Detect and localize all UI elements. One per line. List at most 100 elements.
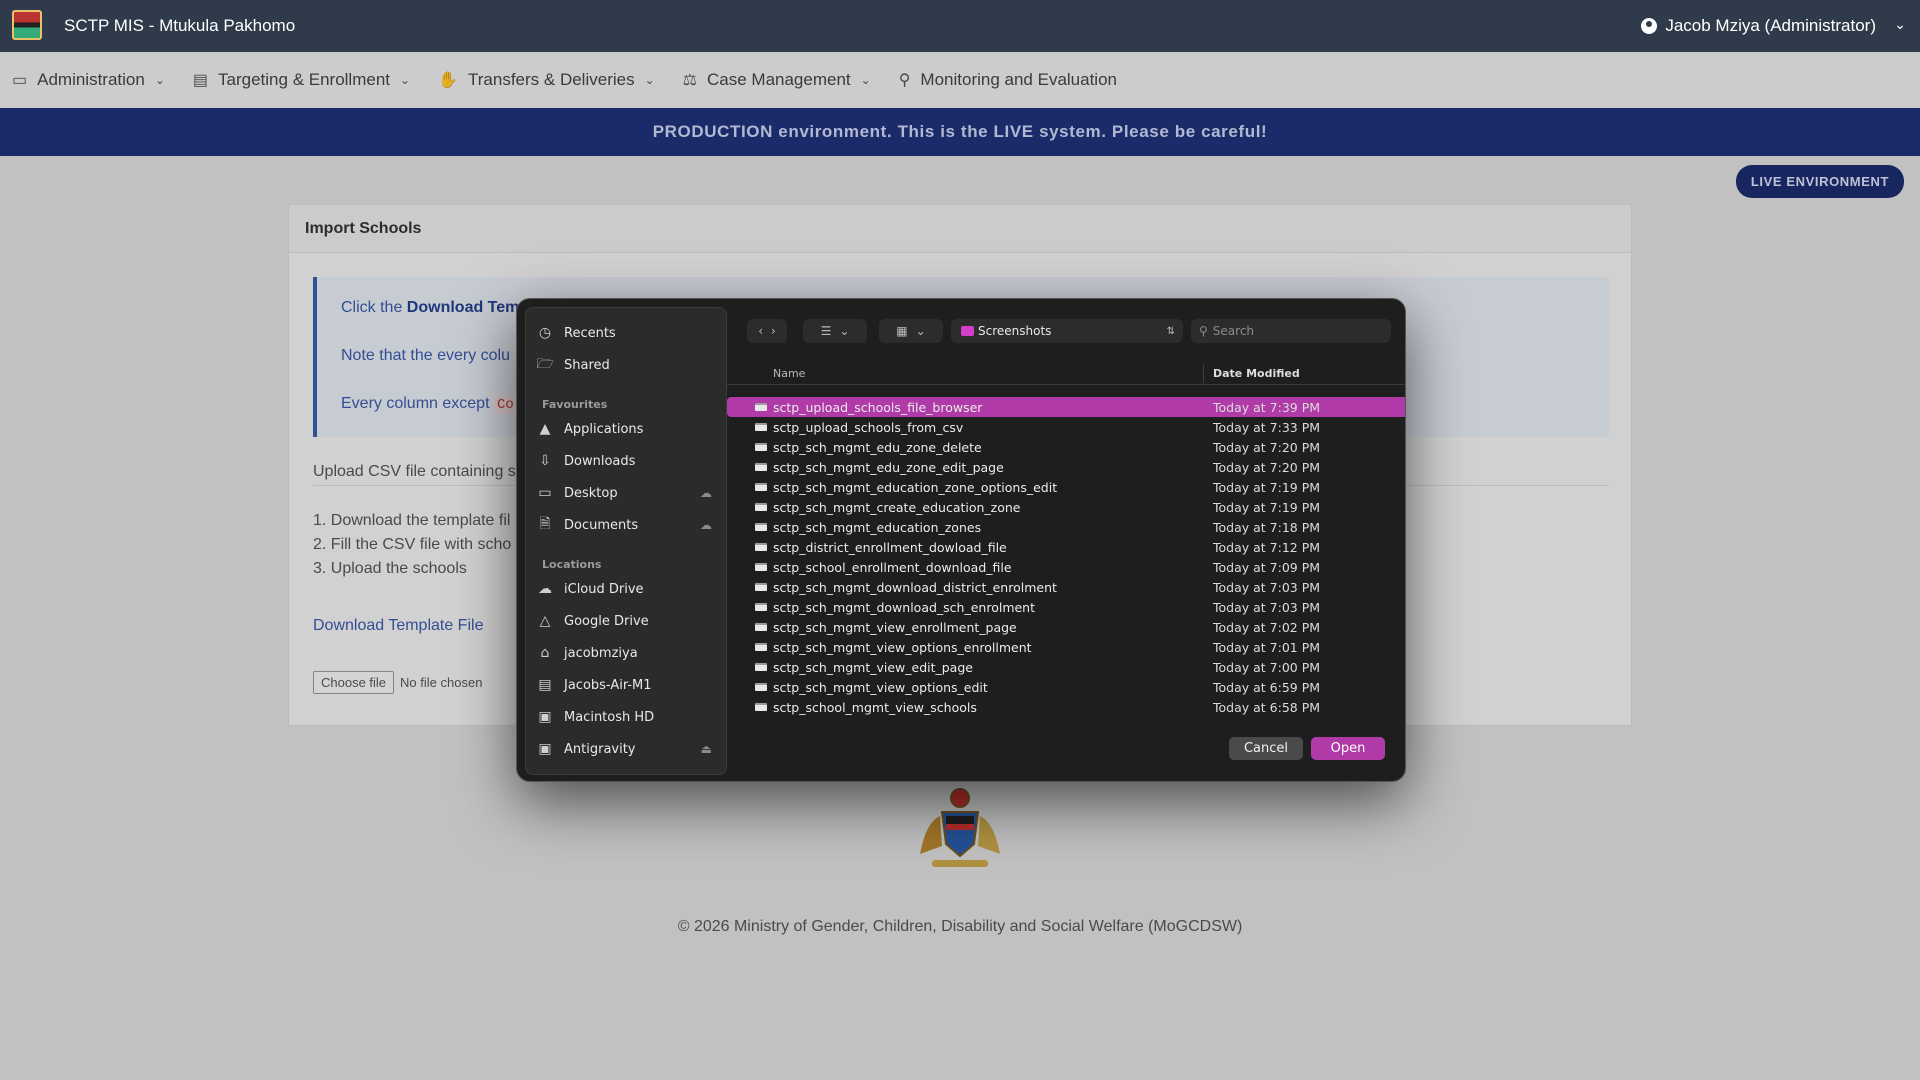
instruction-bold: Download Tem — [406, 299, 520, 316]
file-list-header: Name Date Modified — [727, 363, 1405, 385]
malawi-emblem-logo[interactable] — [12, 10, 42, 40]
file-row[interactable]: sctp_upload_schools_file_browser Today at… — [727, 397, 1405, 417]
file-row[interactable]: sctp_sch_mgmt_view_options_enrollment Tod… — [727, 637, 1405, 657]
search-icon: ⚲ — [1199, 324, 1208, 338]
image-file-icon — [755, 403, 767, 411]
folder-name: Screenshots — [978, 324, 1052, 338]
cancel-button[interactable]: Cancel — [1229, 737, 1303, 760]
nav-targeting-enrollment[interactable]: ▤ Targeting & Enrollment ⌄ — [193, 70, 410, 90]
image-file-icon — [755, 603, 767, 611]
file-row[interactable]: sctp_sch_mgmt_edu_zone_delete Today at 7:… — [727, 437, 1405, 457]
image-file-icon — [755, 543, 767, 551]
file-row[interactable]: sctp_sch_mgmt_view_options_edit Today at … — [727, 677, 1405, 697]
sidebar-item-home[interactable]: ⌂ jacobmziya — [536, 640, 718, 666]
nav-label: Targeting & Enrollment — [218, 70, 391, 89]
file-row[interactable]: sctp_school_enrollment_download_file Toda… — [727, 557, 1405, 577]
open-button[interactable]: Open — [1311, 737, 1385, 760]
sidebar-item-recents[interactable]: ◷ Recents — [536, 320, 718, 346]
image-file-icon — [755, 583, 767, 591]
sidebar-label: iCloud Drive — [564, 581, 644, 597]
file-row[interactable]: sctp_sch_mgmt_create_education_zone Today… — [727, 497, 1405, 517]
user-menu[interactable]: Jacob Mziya (Administrator) — [1641, 16, 1876, 36]
image-file-icon — [755, 503, 767, 511]
column-date-modified[interactable]: Date Modified — [1213, 367, 1300, 380]
file-row[interactable]: sctp_sch_mgmt_view_edit_page Today at 7:0… — [727, 657, 1405, 677]
clipboard-icon: ▤ — [192, 72, 209, 89]
chevron-right-icon[interactable]: › — [771, 324, 776, 338]
file-name: sctp_sch_mgmt_view_enrollment_page — [773, 620, 1017, 635]
file-name: sctp_sch_mgmt_education_zone_options_edi… — [773, 480, 1058, 495]
footer-copyright: © 2026 Ministry of Gender, Children, Dis… — [677, 918, 1243, 935]
back-forward-buttons[interactable]: ‹ › — [747, 319, 787, 343]
column-name[interactable]: Name — [773, 367, 805, 380]
top-bar: SCTP MIS - Mtukula Pakhomo Jacob Mziya (… — [0, 0, 1920, 52]
file-date: Today at 6:59 PM — [1213, 680, 1321, 695]
nav-monitoring-evaluation[interactable]: ⚲ Monitoring and Evaluation — [899, 70, 1117, 90]
sidebar-item-computer[interactable]: ▤ Jacobs-Air-M1 — [536, 672, 718, 698]
card-title: Import Schools — [289, 205, 1631, 253]
list-view-button[interactable]: ☰ ⌄ — [803, 319, 867, 343]
sidebar-label: Antigravity — [564, 741, 636, 757]
sidebar-item-macintosh-hd[interactable]: ▣ Macintosh HD — [536, 704, 718, 730]
file-row[interactable]: sctp_school_mgmt_view_schools Today at 6:… — [727, 697, 1405, 717]
list-icon: ☰ — [820, 324, 832, 338]
hand-coin-icon: ✋ — [438, 72, 458, 89]
sidebar-label: Recents — [564, 325, 616, 341]
sidebar-item-google-drive[interactable]: △ Google Drive — [536, 608, 718, 634]
step-item: 3. Upload the schools — [313, 560, 467, 577]
folder-selector[interactable]: Screenshots ⇅ — [951, 319, 1183, 343]
file-date: Today at 7:12 PM — [1213, 540, 1321, 555]
chevron-down-icon: ⌄ — [154, 73, 165, 87]
nav-transfers-deliveries[interactable]: ✋ Transfers & Deliveries ⌄ — [438, 70, 655, 90]
image-file-icon — [755, 703, 767, 711]
search-field[interactable]: ⚲ Search — [1191, 319, 1391, 343]
sidebar-item-icloud-drive[interactable]: ☁ iCloud Drive — [536, 576, 718, 602]
file-row[interactable]: sctp_sch_mgmt_education_zones Today at 7:… — [727, 517, 1405, 537]
sidebar-label: Documents — [564, 517, 639, 533]
file-row[interactable]: sctp_sch_mgmt_download_sch_enrolment Toda… — [727, 597, 1405, 617]
file-name: sctp_sch_mgmt_education_zones — [773, 520, 982, 535]
disk-icon: ▣ — [538, 741, 552, 757]
cloud-icon: ☁ — [538, 581, 552, 597]
eject-icon[interactable]: ⏏ — [701, 742, 712, 756]
file-row[interactable]: sctp_sch_mgmt_download_district_enrolmen… — [727, 577, 1405, 597]
image-file-icon — [755, 483, 767, 491]
file-row[interactable]: sctp_sch_mgmt_education_zone_options_edi… — [727, 477, 1405, 497]
sidebar-label: jacobmziya — [564, 645, 638, 661]
cloud-icon: ☁ — [700, 486, 712, 500]
file-row[interactable]: sctp_sch_mgmt_view_enrollment_page Today … — [727, 617, 1405, 637]
file-name: sctp_sch_mgmt_edu_zone_edit_page — [773, 460, 1004, 475]
file-input: Choose file No file chosen — [313, 671, 482, 694]
chevron-down-icon: ⌄ — [860, 73, 871, 87]
image-file-icon — [755, 443, 767, 451]
sidebar-item-shared[interactable]: 🗁 Shared — [536, 352, 718, 378]
production-warning-banner: PRODUCTION environment. This is the LIVE… — [0, 108, 1920, 156]
cloud-icon: ☁ — [700, 518, 712, 532]
file-row[interactable]: sctp_sch_mgmt_edu_zone_edit_page Today at… — [727, 457, 1405, 477]
sidebar-label: Shared — [564, 357, 610, 373]
choose-file-button[interactable]: Choose file — [313, 671, 395, 694]
file-list: sctp_upload_schools_file_browser Today at… — [727, 397, 1405, 717]
chevron-left-icon[interactable]: ‹ — [758, 324, 763, 338]
nav-case-management[interactable]: ⚖ Case Management ⌄ — [683, 70, 871, 90]
file-date: Today at 7:33 PM — [1213, 420, 1321, 435]
file-row[interactable]: sctp_upload_schools_from_csv Today at 7:3… — [727, 417, 1405, 437]
app-title[interactable]: SCTP MIS - Mtukula Pakhomo — [64, 16, 295, 36]
sidebar-item-downloads[interactable]: ⇩ Downloads — [536, 448, 718, 474]
sidebar-item-antigravity[interactable]: ▣ Antigravity ⏏ — [536, 736, 718, 762]
file-date: Today at 7:03 PM — [1213, 600, 1321, 615]
nav-administration[interactable]: ▭ Administration ⌄ — [12, 70, 165, 90]
group-view-button[interactable]: ▦ ⌄ — [879, 319, 943, 343]
sidebar-item-documents[interactable]: 🗎 Documents ☁ — [536, 512, 718, 538]
image-file-icon — [755, 523, 767, 531]
chevron-down-icon[interactable]: ⌄ — [1894, 16, 1906, 33]
file-name: sctp_sch_mgmt_view_options_enrollment — [773, 640, 1032, 655]
sidebar-item-desktop[interactable]: ▭ Desktop ☁ — [536, 480, 718, 506]
monitor-icon: ▭ — [12, 72, 28, 89]
download-template-link[interactable]: Download Template File — [313, 617, 483, 635]
sidebar-label: Desktop — [564, 485, 618, 501]
image-file-icon — [755, 463, 767, 471]
sidebar-item-applications[interactable]: ▲ Applications — [536, 416, 718, 442]
applications-icon: ▲ — [539, 421, 551, 437]
file-row[interactable]: sctp_district_enrollment_dowload_file Tod… — [727, 537, 1405, 557]
